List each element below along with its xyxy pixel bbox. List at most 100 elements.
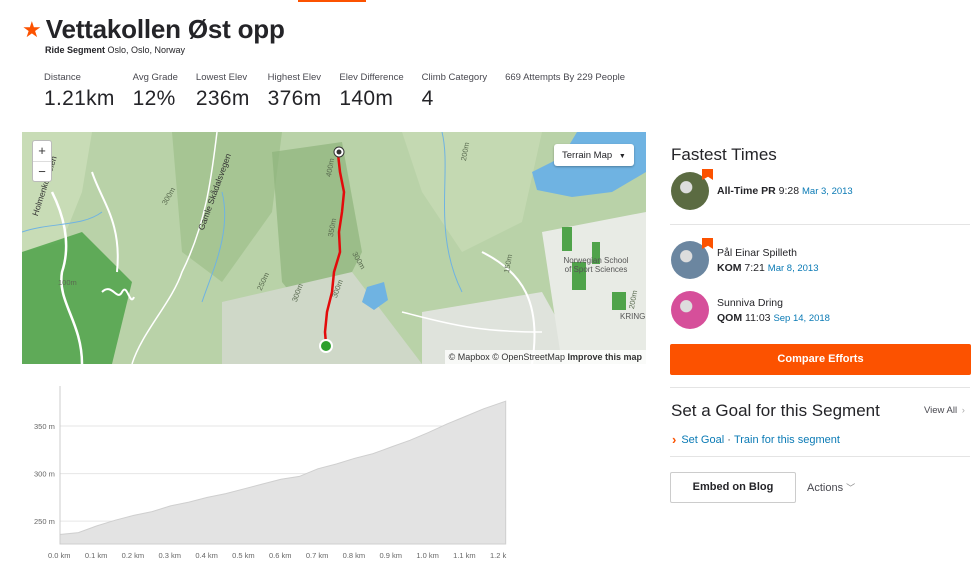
stat-label: Climb Category [421, 72, 488, 83]
x-tick-label: 0.9 km [380, 551, 403, 560]
zoom-controls: + − [32, 140, 52, 182]
leaderboard-entry-kom[interactable]: Pål Einar Spilleth KOM 7:21 Mar 8, 2013 [671, 238, 818, 279]
y-tick-label: 300 m [34, 470, 55, 479]
entry-date[interactable]: Sep 14, 2018 [773, 313, 830, 324]
elevation-area [59, 400, 507, 545]
improve-map-link[interactable]: Improve this map [567, 352, 642, 362]
place-label: Norwegian School of Sport Sciences [563, 256, 629, 274]
zoom-out-button[interactable]: − [33, 161, 51, 181]
actions-label: Actions [807, 482, 844, 494]
attempts-label: 669 Attempts By 229 People [505, 72, 625, 83]
elevation-chart[interactable]: 350 m 300 m 250 m 0.0 km 0.1 km 0.2 km 0.3 km 0… [22, 378, 508, 562]
x-tick-label: 0.5 km [232, 551, 255, 560]
entry-label: KOM [717, 261, 742, 274]
chevron-down-icon: ﹀ [846, 483, 856, 493]
stat-label: Highest Elev [267, 72, 321, 83]
segment-location: Oslo, Oslo, Norway [107, 45, 186, 55]
stat-lowest-elev: Lowest Elev 236m [196, 72, 250, 111]
divider [670, 387, 970, 388]
y-tick-label: 250 m [34, 517, 55, 526]
stat-value: 1.21km [44, 87, 115, 110]
leaderboard-entry-pr[interactable]: All-Time PR 9:28 Mar 3, 2013 [671, 169, 853, 210]
stat-label: Lowest Elev [195, 72, 248, 83]
embed-on-blog-button[interactable]: Embed on Blog [670, 472, 796, 503]
avatar[interactable] [671, 238, 713, 279]
view-all-link[interactable]: View All › [924, 405, 965, 416]
x-tick-label: 1.0 km [416, 551, 439, 560]
stat-value: 236m [195, 87, 250, 110]
stat-value: 376m [267, 87, 322, 110]
x-tick-label: 0.0 km [48, 551, 71, 560]
stat-value: 12% [132, 87, 176, 110]
x-tick-label: 0.7 km [306, 551, 329, 560]
x-tick-label: 0.3 km [159, 551, 182, 560]
athlete-name[interactable]: Pål Einar Spilleth [717, 247, 818, 259]
elevation-profile[interactable]: 350 m 300 m 250 m 0.0 km 0.1 km 0.2 km 0.3 km 0… [22, 378, 508, 562]
crown-icon [702, 238, 713, 249]
segment-title: Vettakollen Øst opp [45, 14, 285, 44]
achievement-icon [702, 169, 713, 180]
x-tick-label: 0.8 km [343, 551, 366, 560]
caret-down-icon: ▼ [618, 153, 626, 160]
compare-efforts-button[interactable]: Compare Efforts [670, 344, 971, 375]
entry-date[interactable]: Mar 3, 2013 [802, 186, 853, 197]
entry-time: 7:21 [744, 261, 765, 274]
goal-title: Set a Goal for this Segment [671, 401, 880, 420]
avatar[interactable] [671, 291, 709, 329]
stat-avg-grade: Avg Grade 12% [133, 72, 178, 111]
divider [670, 224, 970, 225]
avatar[interactable] [671, 169, 713, 210]
stat-climb-category: Climb Category 4 [422, 72, 487, 111]
leaderboard-entry-qom[interactable]: Sunniva Dring QOM 11:03 Sep 14, 2018 [671, 291, 830, 329]
stat-value: 140m [339, 87, 394, 110]
segment-map[interactable]: Holmenkollveien Gamle Skådalsvegen 400m … [22, 132, 646, 364]
segment-subtitle: Ride Segment Oslo, Oslo, Norway [45, 45, 185, 55]
page-header: ★ Vettakollen Øst opp [22, 14, 285, 45]
train-segment-link[interactable]: Train for this segment [734, 434, 840, 446]
entry-time: 9:28 [778, 185, 800, 197]
entry-details: Pål Einar Spilleth KOM 7:21 Mar 8, 2013 [717, 247, 818, 274]
view-all-label: View All [924, 405, 958, 416]
x-tick-label: 0.6 km [269, 551, 292, 560]
start-marker-icon [319, 339, 333, 353]
entry-details: All-Time PR 9:28 Mar 3, 2013 [717, 185, 853, 197]
fastest-times-title: Fastest Times [671, 145, 777, 164]
x-tick-label: 0.1 km [85, 551, 108, 560]
athlete-name[interactable]: Sunniva Dring [717, 297, 830, 309]
stat-label: Distance [44, 72, 81, 83]
map-type-select[interactable]: Terrain Map ▼ [554, 144, 634, 166]
entry-time: 11:03 [745, 311, 771, 324]
chevron-right-icon: › [961, 405, 965, 416]
zoom-in-button[interactable]: + [33, 141, 51, 161]
star-icon[interactable]: ★ [22, 18, 42, 41]
actions-dropdown[interactable]: Actions ﹀ [807, 481, 855, 494]
stat-value: 4 [421, 87, 434, 110]
entry-date[interactable]: Mar 8, 2013 [768, 263, 819, 274]
chevron-icon: › [672, 432, 677, 447]
x-tick-label: 0.2 km [122, 551, 145, 560]
stat-attempts: 669 Attempts By 229 People [505, 72, 625, 111]
map-attribution: © Mapbox © OpenStreetMap Improve this ma… [444, 350, 646, 364]
map-type-label: Terrain Map [562, 150, 613, 161]
attribution-text[interactable]: © Mapbox © OpenStreetMap [449, 352, 565, 362]
stat-highest-elev: Highest Elev 376m [268, 72, 322, 111]
stat-label: Elev Difference [339, 72, 404, 83]
goal-actions: › Set Goal · Train for this segment [672, 432, 840, 447]
active-tab-indicator [298, 0, 366, 2]
entry-details: Sunniva Dring QOM 11:03 Sep 14, 2018 [717, 297, 830, 324]
segment-stats: Distance 1.21km Avg Grade 12% Lowest Elev 2… [44, 72, 643, 111]
place-label: KRING [620, 312, 646, 321]
y-tick-label: 350 m [34, 422, 55, 431]
entry-label: All-Time PR [717, 185, 776, 197]
set-goal-link[interactable]: Set Goal [681, 434, 724, 446]
entry-label: QOM [717, 311, 743, 324]
separator: · [724, 433, 734, 446]
contour-label: 100m [58, 278, 77, 287]
stat-distance: Distance 1.21km [44, 72, 115, 111]
stat-elev-difference: Elev Difference 140m [339, 72, 403, 111]
x-tick-label: 0.4 km [195, 551, 218, 560]
stat-label: Avg Grade [132, 72, 178, 83]
segment-type: Ride Segment [45, 45, 106, 55]
x-tick-label: 1.1 km [453, 551, 476, 560]
x-tick-label: 1.2 k [490, 551, 507, 560]
